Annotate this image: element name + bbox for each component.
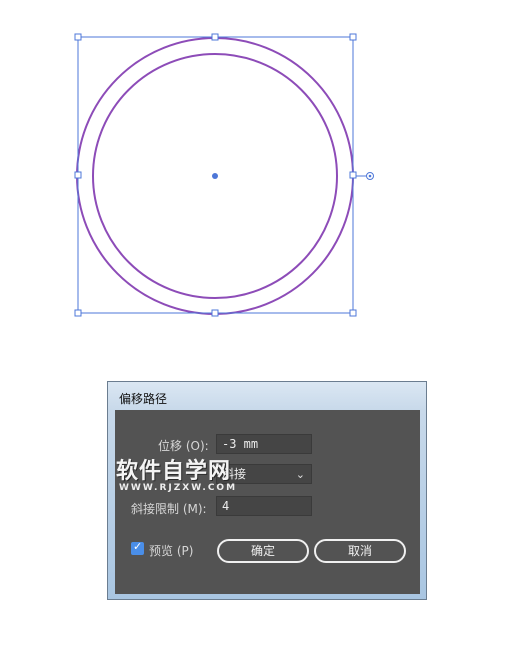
handle-bottom-right[interactable]	[349, 309, 357, 317]
handle-bottom-middle[interactable]	[211, 309, 219, 317]
handle-top-middle[interactable]	[211, 33, 219, 41]
offset-path-dialog: 偏移路径 位移 (O): -3 mm 斜接 ⌄ 斜接限制 (M): 4 软件自学…	[107, 381, 427, 600]
chevron-down-icon: ⌄	[295, 468, 305, 481]
watermark: 软件自学网 WWW.RJZXW.COM	[115, 453, 275, 503]
watermark-url: WWW.RJZXW.COM	[119, 483, 238, 493]
ok-button[interactable]: 确定	[217, 539, 309, 563]
dialog-titlebar: 偏移路径	[108, 382, 426, 410]
dialog-title: 偏移路径	[119, 392, 168, 406]
preview-checkbox[interactable]: ✓	[131, 540, 144, 555]
dialog-body: 位移 (O): -3 mm 斜接 ⌄ 斜接限制 (M): 4 软件自学网 WWW…	[115, 410, 420, 594]
check-icon: ✓	[133, 540, 143, 553]
preview-label[interactable]: 预览 (P)	[149, 542, 193, 559]
handle-bottom-left[interactable]	[74, 309, 82, 317]
handle-middle-right[interactable]	[349, 171, 357, 179]
watermark-text: 软件自学网	[116, 459, 232, 484]
handle-top-right[interactable]	[349, 33, 357, 41]
offset-label: 位移 (O):	[158, 439, 209, 453]
center-point	[212, 173, 218, 179]
handle-middle-left[interactable]	[74, 171, 82, 179]
rotation-widget-icon[interactable]	[356, 172, 374, 180]
cancel-button[interactable]: 取消	[314, 539, 406, 563]
handle-top-left[interactable]	[74, 33, 82, 41]
offset-input[interactable]: -3 mm	[216, 434, 312, 454]
